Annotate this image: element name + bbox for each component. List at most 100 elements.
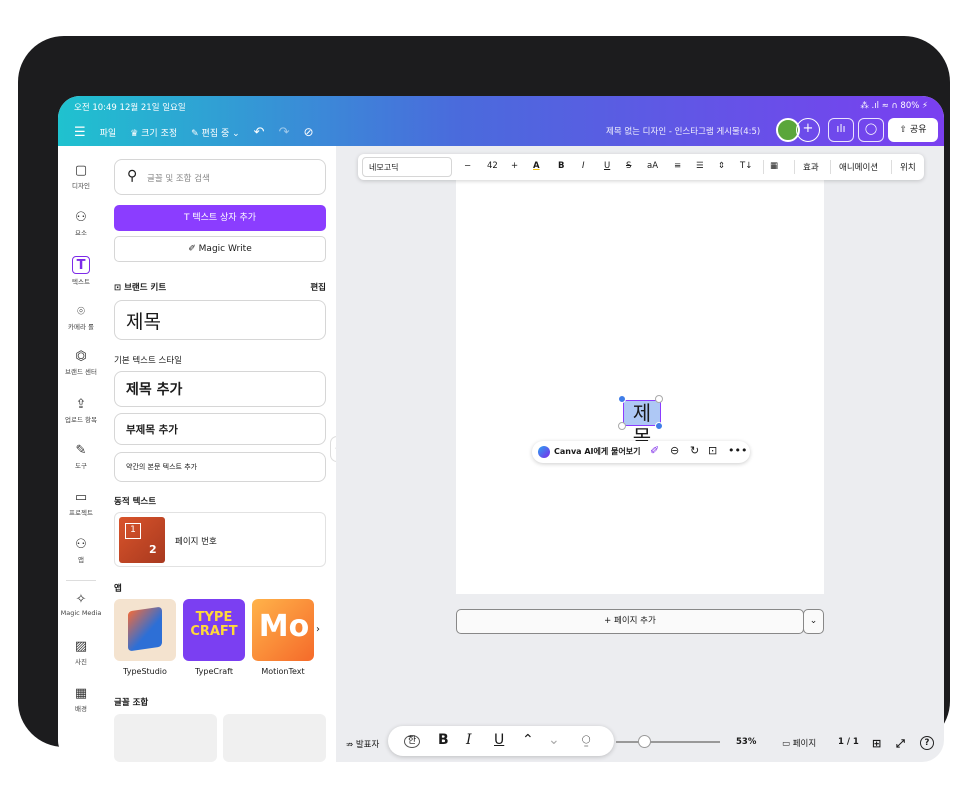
rail-text[interactable]: T 텍스트	[58, 256, 104, 286]
underline-key[interactable]: U	[494, 732, 504, 748]
font-family-select[interactable]: 네모고딕	[362, 157, 452, 177]
status-icons: ⁂ .ıl ≈ ∩ 80% ⚡	[860, 101, 928, 111]
apps-heading: 앱	[114, 584, 122, 594]
add-collaborator-button[interactable]: +	[796, 118, 820, 142]
letter-case-icon[interactable]: aA	[647, 161, 658, 171]
app-typestudio-tile[interactable]	[114, 599, 176, 661]
spacing-icon[interactable]: ⇕	[718, 161, 725, 171]
rail-design[interactable]: ▢ 디자인	[58, 162, 104, 190]
rail-uploads[interactable]: ⇪ 업로드 항목	[58, 396, 104, 424]
align-icon[interactable]: ≡	[674, 161, 681, 171]
app-typecraft-tile[interactable]: TYPE CRAFT	[183, 599, 245, 661]
chevron-up-icon[interactable]: ⌃	[522, 732, 534, 748]
page-number-card[interactable]: 1 2 페이지 번호	[114, 512, 326, 567]
presenter-notes-button[interactable]: ⇏ 발표자	[346, 738, 379, 750]
brand-heading-card[interactable]: 제목	[114, 300, 326, 340]
rail-apps[interactable]: ⚇ 앱	[58, 536, 104, 564]
ask-canva-ai-button[interactable]: Canva AI에게 물어보기	[554, 446, 640, 457]
zoom-slider[interactable]	[616, 741, 720, 743]
editing-mode-button[interactable]: ✎ 편집 중 ⌄	[191, 126, 240, 139]
add-page-dropdown[interactable]: ⌄	[803, 609, 824, 634]
resize-button[interactable]: ♛ 크기 조정	[130, 126, 177, 139]
rail-brand-center[interactable]: ⏣ 브랜드 센터	[58, 348, 104, 376]
rail-elements[interactable]: ⚇ 요소	[58, 209, 104, 237]
folder-icon: ▭	[74, 490, 88, 505]
page-number-label: 페이지 번호	[175, 537, 217, 547]
comment-add-icon[interactable]: ↻	[690, 444, 699, 457]
status-time: 오전 10:49 12월 21일 일요일	[74, 103, 186, 113]
canvas-area: 네모고딕 − 42 + A B I U S aA ≡ ☰ ⇕ T↓ ▦ 효과 애…	[336, 146, 944, 762]
more-icon[interactable]: •••	[728, 444, 747, 457]
add-heading-card[interactable]: 제목 추가	[114, 371, 326, 407]
redo-icon[interactable]: ↷	[279, 125, 290, 140]
italic-icon[interactable]: I	[582, 161, 585, 171]
insights-icon[interactable]: ılı	[828, 118, 854, 142]
share-button[interactable]: ⇧ 공유	[888, 118, 938, 142]
add-textbox-button[interactable]: T 텍스트 상자 추가	[114, 205, 326, 231]
magic-edit-icon[interactable]: ✐	[650, 444, 659, 457]
design-icon: ▢	[74, 163, 88, 178]
grid-view-icon[interactable]: ⊞	[872, 737, 881, 750]
font-combos-heading: 글꼴 조합	[114, 698, 149, 708]
add-page-button[interactable]: + 페이지 추가	[456, 609, 804, 634]
resize-handle[interactable]	[655, 422, 663, 430]
fullscreen-icon[interactable]: ⤢	[896, 737, 905, 751]
help-icon[interactable]: ?	[920, 736, 934, 750]
font-size-increase[interactable]: +	[511, 161, 518, 171]
comment-icon[interactable]: ◯	[858, 118, 884, 142]
rail-background[interactable]: ▦ 배경	[58, 685, 104, 713]
text-panel: ⚲ 글꼴 및 조합 검색 T 텍스트 상자 추가 ✐ Magic Write ⊡…	[104, 146, 336, 762]
strikethrough-icon[interactable]: S	[626, 161, 631, 171]
text-color-icon[interactable]: A	[533, 161, 540, 171]
resize-handle[interactable]	[655, 395, 663, 403]
font-combo-tile[interactable]	[223, 714, 326, 762]
font-combo-tile[interactable]	[114, 714, 217, 762]
magic-write-button[interactable]: ✐ Magic Write	[114, 236, 326, 262]
app-motiontext-tile[interactable]: Mo	[252, 599, 314, 661]
bold-icon[interactable]: B	[558, 161, 564, 171]
search-input[interactable]: ⚲ 글꼴 및 조합 검색	[114, 159, 326, 195]
default-styles-heading: 기본 텍스트 스타일	[114, 356, 182, 366]
bold-key[interactable]: B	[438, 732, 449, 748]
effects-button[interactable]: 효과	[803, 161, 819, 173]
menu-icon[interactable]: ☰	[74, 125, 86, 140]
rail-camera-roll[interactable]: ⌾ 카메라 롤	[58, 303, 104, 331]
bottom-bar: ⇏ 발표자 한 B I U ⌃ ⌄ ⍜ 53% ▭ 페이지 1 / 1 ⊞ ⤢ …	[336, 724, 944, 762]
brand-kit-edit-link[interactable]: 편집	[310, 281, 326, 293]
font-size-value[interactable]: 42	[487, 161, 498, 171]
vertical-text-icon[interactable]: T↓	[740, 161, 752, 171]
hangul-key[interactable]: 한	[404, 735, 420, 748]
chevron-down-icon[interactable]: ⌄	[548, 732, 560, 748]
magic-media-icon: ✧	[75, 592, 87, 607]
document-title[interactable]: 제목 없는 디자인 - 인스타그램 게시물(4:5)	[606, 125, 760, 137]
app-name: MotionText	[261, 667, 305, 676]
list-icon[interactable]: ☰	[696, 161, 704, 171]
design-page[interactable]	[456, 166, 824, 594]
pages-button[interactable]: ▭ 페이지	[782, 737, 816, 749]
floating-keyboard-toolbar: 한 B I U ⌃ ⌄ ⍜	[388, 726, 614, 756]
lock-icon[interactable]: ⊡	[708, 444, 717, 457]
italic-key[interactable]: I	[466, 732, 472, 748]
transparency-icon[interactable]: ▦	[770, 161, 778, 171]
file-menu[interactable]: 파일	[100, 126, 117, 139]
underline-icon[interactable]: U	[604, 161, 610, 171]
rail-projects[interactable]: ▭ 프로젝트	[58, 489, 104, 517]
rail-magic-media[interactable]: ✧ Magic Media	[58, 591, 104, 617]
microphone-icon[interactable]: ⍜	[582, 732, 590, 748]
font-size-decrease[interactable]: −	[464, 161, 471, 171]
apps-scroll-right-icon[interactable]: ›	[316, 624, 320, 635]
add-subheading-card[interactable]: 부제목 추가	[114, 413, 326, 445]
rail-tools[interactable]: ✎ 도구	[58, 442, 104, 470]
resize-handle[interactable]	[618, 422, 626, 430]
animate-button[interactable]: 애니메이션	[839, 161, 878, 173]
camera-icon: ⌾	[77, 304, 85, 319]
cloud-sync-icon[interactable]: ⊘	[303, 125, 313, 139]
resize-handle[interactable]	[618, 395, 626, 403]
zoom-value[interactable]: 53%	[736, 737, 756, 747]
position-button[interactable]: 위치	[900, 161, 916, 173]
link-icon[interactable]: ⊖	[670, 444, 679, 457]
rail-photos[interactable]: ▨ 사진	[58, 638, 104, 666]
undo-icon[interactable]: ↶	[254, 125, 265, 140]
zoom-slider-knob[interactable]	[638, 735, 651, 748]
add-body-card[interactable]: 약간의 본문 텍스트 추가	[114, 452, 326, 482]
